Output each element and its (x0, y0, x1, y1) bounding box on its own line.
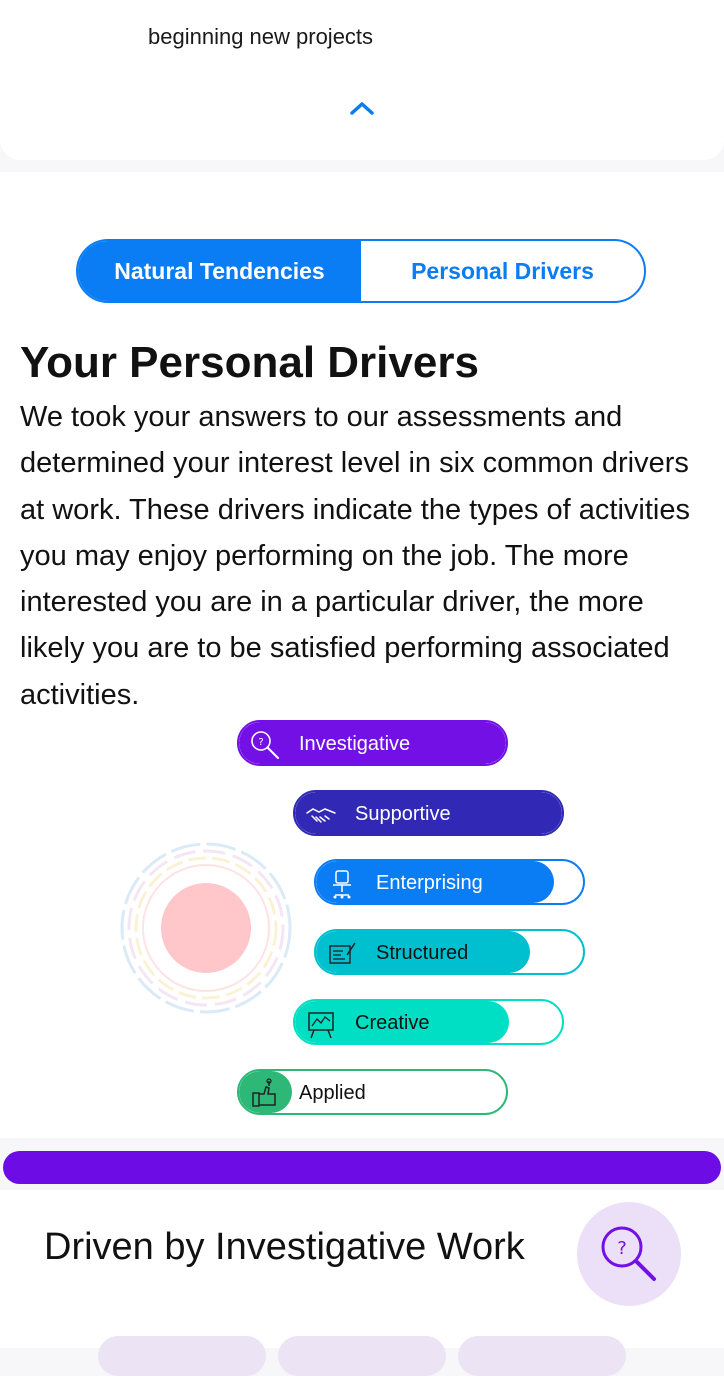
driver-detail-title: Driven by Investigative Work (44, 1226, 525, 1268)
personal-drivers-section: Natural Tendencies Personal Drivers Your… (0, 172, 724, 1138)
driver-pill-structured[interactable]: Structured (314, 929, 585, 975)
handshake-icon (303, 797, 339, 833)
driver-pill-creative[interactable]: Creative (293, 999, 564, 1045)
detail-chip[interactable] (458, 1336, 626, 1376)
driver-label: Structured (376, 942, 469, 964)
top-card-text: beginning new projects (148, 24, 374, 49)
section-description: We took your answers to our assessments … (20, 401, 690, 711)
driver-label: Applied (299, 1082, 366, 1104)
magnifier-question-icon: ? (247, 727, 283, 763)
driver-detail-section: Driven by Investigative Work ? (0, 1190, 724, 1376)
driver-pill-investigative[interactable]: ? Investigative (237, 720, 508, 766)
tab-natural-tendencies[interactable]: Natural Tendencies (78, 241, 361, 301)
tab-switcher: Natural Tendencies Personal Drivers (76, 239, 646, 303)
office-chair-icon (324, 866, 360, 902)
chart-board-icon (324, 936, 360, 972)
page-title: Your Personal Drivers (20, 338, 479, 387)
driver-pill-applied[interactable]: Applied (237, 1069, 508, 1115)
driver-pill-enterprising[interactable]: Enterprising (314, 859, 585, 905)
chevron-up-icon (350, 102, 374, 115)
investigative-color-bar (3, 1151, 721, 1184)
detail-chip[interactable] (278, 1336, 446, 1376)
tab-personal-drivers[interactable]: Personal Drivers (361, 241, 644, 301)
thumbs-up-tool-icon (247, 1076, 283, 1112)
driver-label: Investigative (299, 733, 411, 755)
easel-icon (303, 1006, 339, 1042)
driver-label: Enterprising (376, 872, 483, 894)
collapse-button[interactable] (346, 94, 378, 122)
top-card: beginning new projects (0, 0, 724, 160)
svg-text:?: ? (617, 1238, 627, 1259)
driver-pill-supportive[interactable]: Supportive (293, 790, 564, 836)
detail-chip[interactable] (98, 1336, 266, 1376)
driver-label: Creative (355, 1012, 430, 1034)
svg-text:?: ? (258, 737, 263, 748)
magnifier-question-icon: ? (577, 1202, 681, 1306)
decorative-circle-graphic (120, 842, 292, 1014)
driver-label: Supportive (355, 803, 451, 825)
